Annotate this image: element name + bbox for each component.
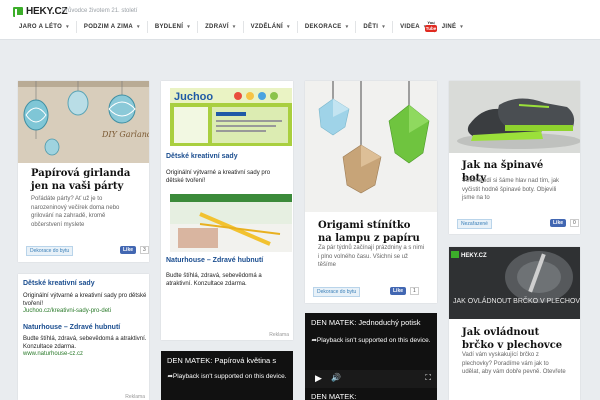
ad-text-juchoo: Originální výtvarné a kreativní sady pro…	[166, 170, 271, 184]
like-count: 1	[410, 287, 419, 295]
article-title[interactable]: Origami stínítko na lampu z papíru	[318, 219, 427, 245]
girlanda-image[interactable]: DIY Garlands	[18, 81, 149, 163]
ad-text-juchoo: Originální výtvarné a kreativní sady pro…	[23, 293, 147, 307]
video-title[interactable]: DEN MATEK: Papírová květina s	[167, 356, 276, 365]
category-tag[interactable]: Dekorace do bytu	[313, 287, 361, 297]
origami-image[interactable]	[305, 81, 437, 212]
ad-label: Reklama	[269, 332, 289, 338]
ad-card-left: Dětské kreativní sady Originální výtvarn…	[18, 274, 149, 400]
chevron-down-icon: ▾	[287, 24, 290, 30]
nav-item-zdravi[interactable]: ZDRAVÍ ▾	[198, 21, 244, 33]
nav-item-dekorace[interactable]: DEKORACE ▾	[298, 21, 357, 33]
ad-url-naturhouse[interactable]: www.naturhouse-cz.cz	[23, 351, 83, 357]
nav-item-bydleni[interactable]: BYDLENÍ ▾	[148, 21, 199, 33]
juchoo-logo: Juchoo	[174, 91, 213, 103]
video-title[interactable]: DEN MATEK:	[311, 392, 356, 400]
article-title[interactable]: Jak ovládnout brčko v plechovce	[462, 326, 570, 352]
fullscreen-icon[interactable]: ⛶	[425, 373, 431, 383]
article-excerpt: Za pár týdnů začínají prázdniny a s nimi…	[318, 245, 425, 268]
nav-item-jine[interactable]: JINÉ ▾	[435, 21, 470, 33]
naturhouse-ad-image[interactable]	[165, 194, 293, 252]
chevron-down-icon: ▾	[232, 24, 236, 30]
article-excerpt: Pořádáte párty? Ať už je to narozeninový…	[31, 196, 120, 228]
brcko-image[interactable]: HEKY.CZ JAK OVLÁDNOUT BRČKO V PLECHOVCE	[449, 247, 580, 319]
facebook-like-button[interactable]: Like	[120, 246, 137, 254]
chevron-down-icon: ▾	[66, 24, 69, 30]
video-title[interactable]: DEN MATEK: Jednoduchý potisk	[311, 318, 421, 327]
playback-message: ➦Playback isn't supported on this device…	[311, 337, 431, 344]
juchoo-ad-image[interactable]: Juchoo	[165, 88, 293, 146]
ad-link-juchoo[interactable]: Dětské kreativní sady	[166, 153, 238, 160]
ad-url-juchoo[interactable]: Juchoo.cz/kreativni-sady-pro-deti	[23, 308, 111, 314]
article-card-boty[interactable]: Jak na špinavé boty Většina lidí si šámе…	[449, 81, 580, 234]
facebook-like-button[interactable]: Like	[390, 287, 407, 295]
main-nav: JARO A LÉTO ▾ PODZIM A ZIMA ▾ BYDLENÍ ▾ ZDR…	[12, 20, 470, 34]
category-tag[interactable]: Nezařazené	[457, 219, 492, 229]
ad-card-middle: Juchoo Dětské kreativní sady Originální …	[161, 81, 293, 340]
youtube-icon[interactable]: You Tube	[425, 20, 437, 34]
brcko-image-logo: HEKY.CZ	[461, 253, 487, 259]
volume-icon[interactable]: 🔊	[331, 373, 341, 382]
chevron-down-icon: ▾	[345, 24, 349, 30]
boty-image[interactable]	[449, 81, 580, 153]
article-excerpt: Vadí vám vyskakující brčko z plechovky? …	[462, 352, 566, 375]
girlanda-image-caption: DIY Garlands	[101, 130, 149, 139]
video-player[interactable]: DEN MATEK: Papírová květina s ➦Playback …	[161, 351, 293, 400]
nav-item-jaro-a-leto[interactable]: JARO A LÉTO ▾	[12, 21, 77, 33]
video-controls: ▶ 🔊 ⛶	[305, 370, 437, 388]
like-count: 3	[140, 246, 149, 254]
article-card-origami[interactable]: Origami stínítko na lampu z papíru Za pá…	[305, 81, 437, 303]
ad-link-naturhouse[interactable]: Naturhouse – Zdravé hubnutí	[23, 324, 120, 331]
video-player[interactable]: DEN MATEK: Jednoduchý potisk ➦Playback i…	[305, 313, 437, 400]
brcko-image-text: JAK OVLÁDNOUT BRČKO V PLECHOVCE	[453, 296, 580, 305]
nav-item-deti[interactable]: DĚTI ▾	[356, 21, 394, 33]
article-card-girlanda[interactable]: DIY Garlands Papírová girlanda jen na va…	[18, 81, 149, 262]
article-title[interactable]: Papírová girlanda jen na vaši párty	[31, 167, 139, 193]
chevron-down-icon: ▾	[137, 24, 140, 30]
category-tag[interactable]: Dekorace do bytu	[26, 246, 74, 256]
nav-item-vzdelani[interactable]: VZDĚLÁNÍ ▾	[244, 21, 298, 33]
site-header: HEKY.CZ Průvodce životem 21. století JAR…	[0, 0, 600, 40]
article-card-brcko[interactable]: HEKY.CZ JAK OVLÁDNOUT BRČKO V PLECHOVCE …	[449, 247, 580, 400]
site-logo[interactable]: HEKY.CZ	[13, 6, 68, 17]
ad-text-naturhouse: Budte štíhlá, zdravá, sebevědomá a atrak…	[166, 273, 262, 287]
chevron-down-icon: ▾	[187, 24, 191, 30]
chevron-down-icon: ▾	[382, 24, 386, 30]
play-icon[interactable]: ▶	[315, 373, 322, 384]
ad-text-naturhouse: Budte štíhlá, zdravá, sebevědomá a atrak…	[23, 336, 147, 350]
chevron-down-icon: ▾	[460, 24, 464, 30]
site-tagline: Průvodce životem 21. století	[62, 8, 138, 14]
logo-icon	[13, 6, 23, 17]
ad-link-naturhouse[interactable]: Naturhouse – Zdravé hubnutí	[166, 257, 263, 264]
ad-link-juchoo[interactable]: Dětské kreativní sady	[23, 280, 95, 287]
like-count: 0	[570, 219, 579, 227]
playback-message: ➦Playback isn't supported on this device…	[167, 373, 287, 380]
facebook-like-button[interactable]: Like	[550, 219, 567, 227]
article-excerpt: Většina lidí si šámе hlav nad tím, jak v…	[462, 178, 560, 201]
ad-label: Reklama	[125, 394, 145, 400]
nav-item-podzim-a-zima[interactable]: PODZIM A ZIMA ▾	[77, 21, 148, 33]
